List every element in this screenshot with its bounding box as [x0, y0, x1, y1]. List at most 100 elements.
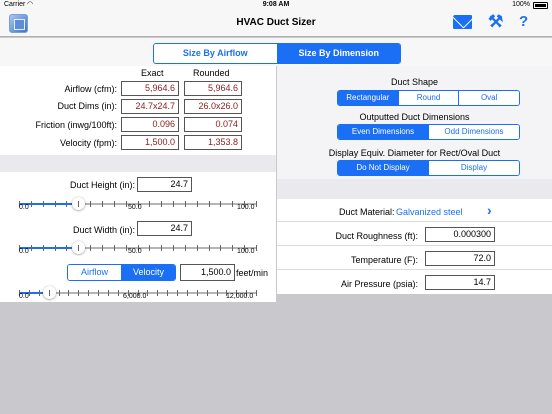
display-option[interactable]: Display [428, 161, 519, 175]
slider-tick [90, 245, 92, 251]
mode-size-by-dimension[interactable]: Size By Dimension [276, 44, 400, 63]
mode-bar: Size By Airflow Size By Dimension [0, 38, 552, 66]
slider-tick [149, 245, 151, 251]
shape-rectangular[interactable]: Rectangular [338, 91, 398, 105]
mode-size-by-airflow[interactable]: Size By Airflow [154, 44, 277, 63]
slider-tick [196, 201, 198, 207]
duct-height-label: Duct Height (in): [69, 180, 135, 190]
velocity-tick-max: 12,000.0 [226, 293, 254, 300]
slider-tick [117, 290, 119, 296]
duct-width-input[interactable]: 24.7 [137, 221, 192, 236]
slider-tick [167, 290, 169, 296]
results-panel: Exact Rounded Airflow (cfm): 5,964.6 5,9… [0, 66, 276, 155]
duct-material-value: Galvanized steel [396, 207, 463, 217]
velocity-exact-value: 1,500.0 [121, 135, 179, 150]
slider-tick [184, 245, 186, 251]
airflow-label: Airflow (cfm): [64, 84, 118, 94]
slider-tick [186, 290, 188, 296]
slider-tick [147, 290, 149, 296]
option-airflow[interactable]: Airflow [68, 265, 121, 280]
help-icon[interactable]: ? [519, 13, 528, 30]
column-header-rounded: Rounded [193, 68, 230, 78]
chevron-right-icon[interactable]: › [487, 202, 492, 218]
slider-tick [54, 245, 56, 251]
duct-height-input[interactable]: 24.7 [137, 177, 192, 192]
tools-icon[interactable]: ⚒ [488, 13, 503, 31]
equiv-diameter-title: Display Equiv. Diameter for Rect/Oval Du… [328, 148, 501, 158]
slider-tick [38, 290, 40, 296]
slider-tick [30, 245, 32, 251]
duct-dims-rounded-value: 26.0x26.0 [184, 99, 242, 114]
roughness-input[interactable]: 0.000300 [425, 227, 495, 242]
pressure-row: Air Pressure (psia): 14.7 [277, 270, 552, 294]
slider-tick [208, 245, 210, 251]
slider-tick [232, 245, 234, 251]
duct-dims-label: Duct Dims (in): [57, 101, 117, 111]
slider-tick [107, 290, 109, 296]
slider-tick [220, 245, 222, 251]
slider-tick [48, 290, 50, 296]
slider-tick [78, 201, 80, 207]
temperature-input[interactable]: 72.0 [425, 251, 495, 266]
velocity-input[interactable]: 1,500.0 [180, 264, 235, 281]
do-not-display-option[interactable]: Do Not Display [338, 161, 428, 175]
slider-tick [232, 201, 234, 207]
slider-tick [66, 245, 68, 251]
slider-tick [58, 290, 60, 296]
option-velocity[interactable]: Velocity [121, 265, 175, 280]
pressure-input[interactable]: 14.7 [425, 275, 495, 290]
options-panel: Duct Shape Rectangular Round Oval Output… [277, 66, 552, 179]
slider-tick [256, 201, 257, 207]
duct-material-label: Duct Material: [339, 207, 395, 217]
slider-tick [42, 201, 44, 207]
duct-height-tick-min: 0.0 [19, 204, 29, 211]
equiv-diameter-selector[interactable]: Do Not Display Display [337, 160, 520, 176]
slider-tick [220, 201, 222, 207]
slider-tick [98, 290, 99, 296]
duct-height-tick-max: 100.0 [237, 204, 255, 211]
slider-tick [88, 290, 90, 296]
slider-tick [157, 290, 159, 296]
section-divider [0, 155, 276, 172]
airflow-velocity-selector[interactable]: Airflow Velocity [67, 264, 176, 281]
slider-tick [161, 201, 163, 207]
slider-tick [113, 201, 115, 207]
slider-tick [206, 290, 208, 296]
duct-width-label: Duct Width (in): [72, 225, 135, 235]
mode-selector[interactable]: Size By Airflow Size By Dimension [153, 43, 401, 64]
output-dims-selector[interactable]: Even Dimensions Odd Dimensions [337, 124, 520, 140]
duct-shape-selector[interactable]: Rectangular Round Oval [337, 90, 520, 106]
pressure-label: Air Pressure (psia): [340, 279, 418, 289]
slider-tick [196, 290, 198, 296]
mail-icon[interactable] [453, 15, 472, 29]
even-dimensions-option[interactable]: Even Dimensions [338, 125, 428, 139]
friction-exact-value: 0.096 [121, 117, 179, 132]
clock: 9:08 AM [262, 1, 290, 8]
output-dims-title: Outputted Duct Dimensions [359, 112, 470, 122]
duct-shape-title: Duct Shape [390, 77, 439, 87]
duct-dims-exact-value: 24.7x24.7 [121, 99, 179, 114]
roughness-label: Duct Roughness (ft): [335, 231, 418, 241]
duct-material-row[interactable]: Duct Material: Galvanized steel › [277, 199, 552, 222]
slider-tick [177, 290, 178, 296]
slider-tick [68, 290, 70, 296]
slider-tick [208, 201, 210, 207]
slider-tick [256, 290, 257, 296]
friction-rounded-value: 0.074 [184, 117, 242, 132]
velocity-tick-min: 0.0 [19, 293, 29, 300]
status-bar: Carrier ◠ 9:08 AM 100% [0, 0, 552, 11]
slider-tick [78, 290, 80, 296]
odd-dimensions-option[interactable]: Odd Dimensions [428, 125, 519, 139]
duct-height-tick-mid: 50.0 [128, 204, 142, 211]
slider-tick [30, 201, 32, 207]
shape-round[interactable]: Round [397, 91, 459, 105]
slider-tick [173, 245, 175, 251]
slider-tick [66, 201, 68, 207]
duct-width-tick-mid: 50.0 [128, 248, 142, 255]
slider-tick [149, 201, 151, 207]
velocity-label: Velocity (fpm): [59, 138, 117, 148]
slider-tick [256, 245, 257, 251]
shape-oval[interactable]: Oval [458, 91, 519, 105]
velocity-tick-mid: 6,000.0 [123, 293, 147, 300]
battery-icon [533, 2, 548, 9]
